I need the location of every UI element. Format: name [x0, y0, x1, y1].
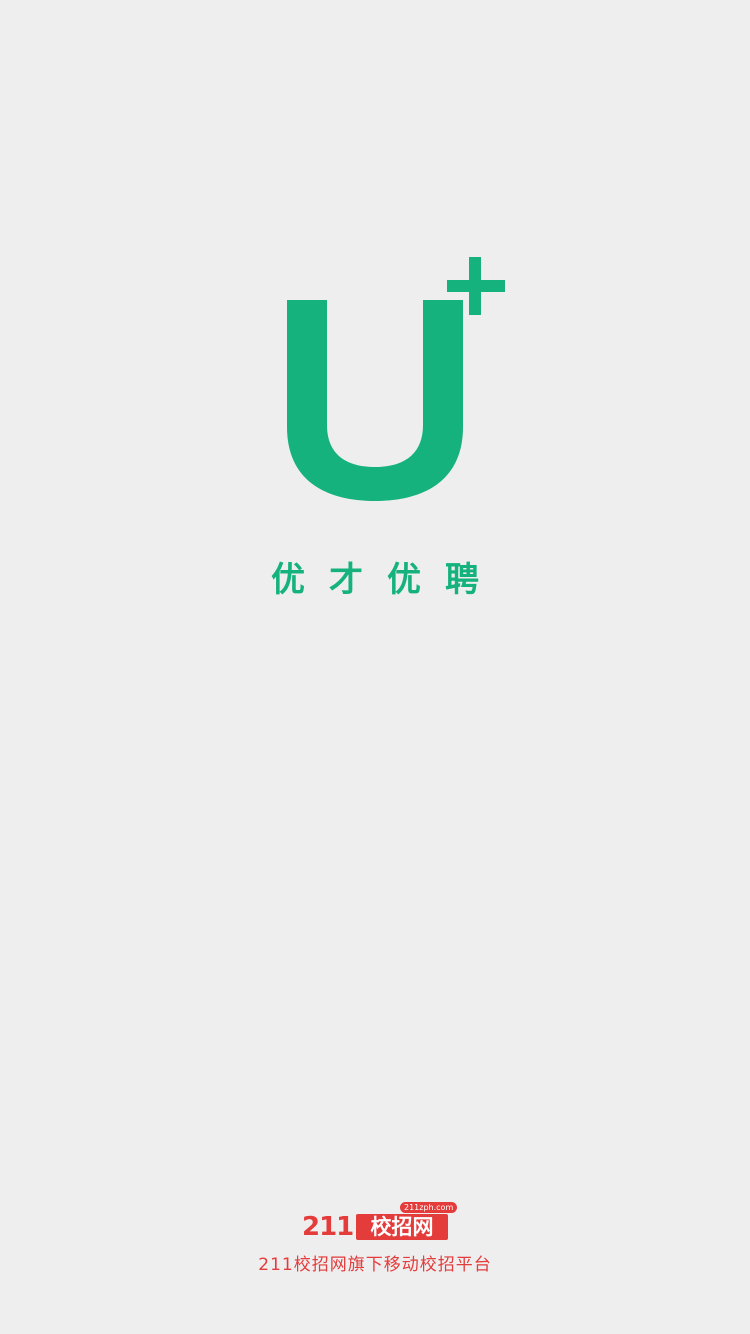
u-letter-shape: [287, 300, 463, 501]
brand-number: 211: [302, 1212, 354, 1242]
tagline: 211校招网旗下移动校招平台: [258, 1255, 492, 1275]
app-name: 优才优聘: [271, 560, 503, 600]
brand-logo: 211 校招网 211zph.com: [300, 1202, 458, 1244]
brand-domain: 211zph.com: [400, 1202, 458, 1213]
brand-name: 校招网: [356, 1214, 448, 1240]
u-plus-logo-icon: [287, 257, 505, 501]
plus-horizontal-bar: [447, 280, 505, 292]
splash-screen: { "logo": { "icon": "u-plus-logo", "colo…: [0, 0, 750, 1334]
